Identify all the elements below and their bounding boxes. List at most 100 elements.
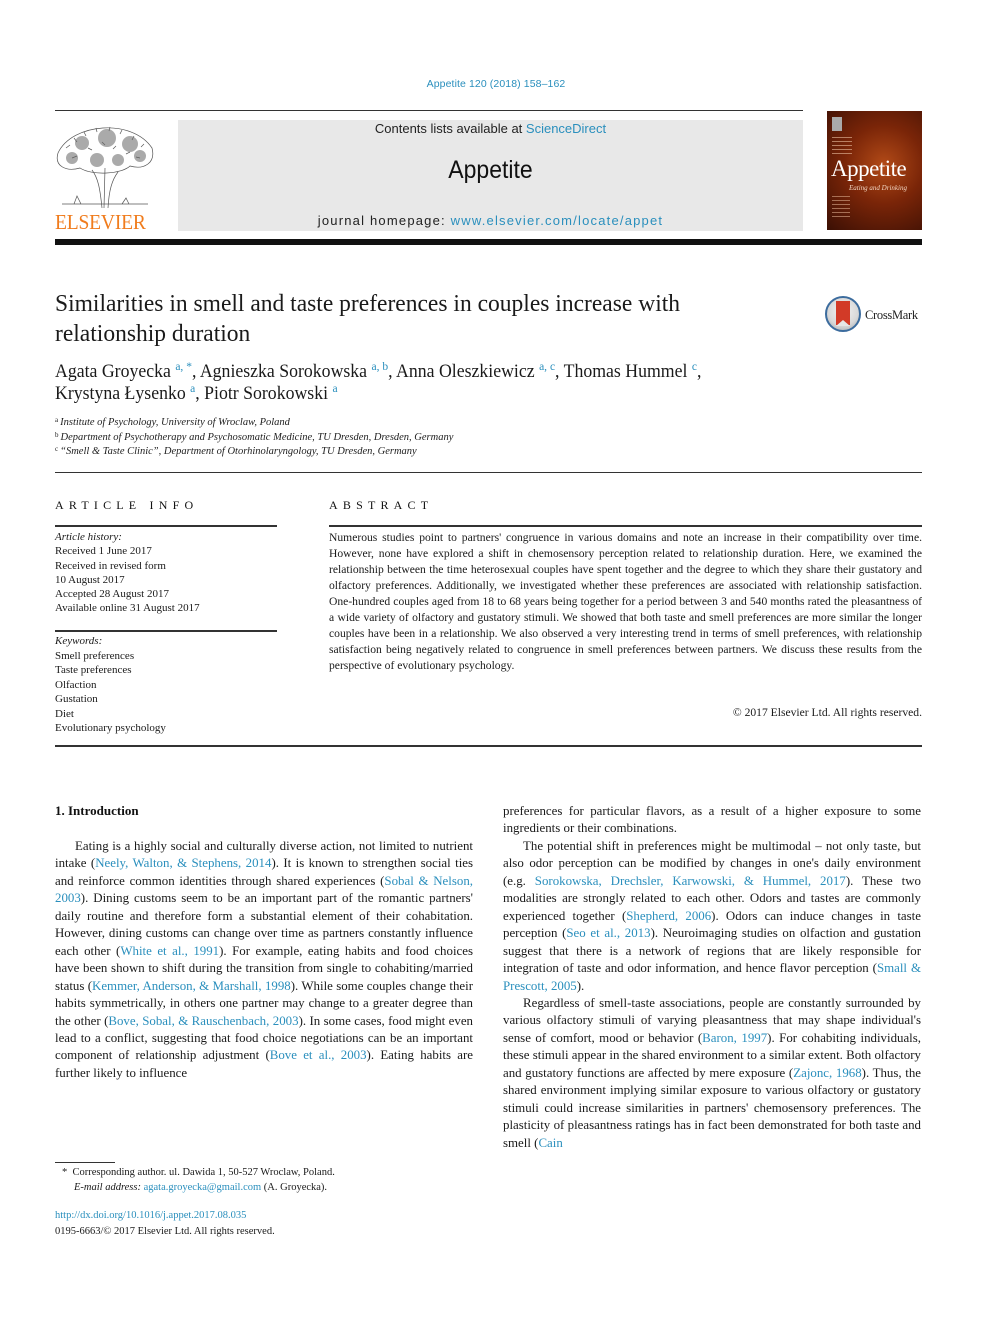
author-name: Krystyna Łysenko — [55, 384, 186, 404]
article-info-heading: ARTICLE INFO — [55, 498, 199, 512]
front-matter-rule — [55, 745, 922, 747]
keywords-label: Keywords: — [55, 635, 103, 647]
cover-title: Appetite — [831, 156, 907, 181]
paragraph: preferences for particular flavors, as a… — [503, 803, 921, 838]
citation-link[interactable]: Zajonc, 1968 — [793, 1066, 861, 1080]
author-affiliation-marks[interactable]: a, c — [539, 359, 555, 373]
article-title: Similarities in smell and taste preferen… — [55, 290, 681, 347]
text-run: ). — [576, 978, 585, 993]
keywords: Keywords: Smell preferences Taste prefer… — [55, 634, 285, 736]
homepage-line: journal homepage: www.elsevier.com/locat… — [178, 213, 803, 228]
section-heading-introduction: 1. Introduction — [55, 803, 139, 818]
footnote-mark: * — [62, 1167, 68, 1178]
author[interactable]: Anna Oleszkiewicz a, c — [396, 359, 555, 382]
history-item: 10 August 2017 — [55, 573, 125, 586]
citation-link[interactable]: Baron, 1997 — [702, 1031, 767, 1045]
author-separator: , — [555, 362, 564, 382]
author-list: Agata Groyecka a, *, Agnieszka Sorokowsk… — [55, 359, 785, 405]
cover-text-lines-lower — [832, 196, 850, 220]
citation-link[interactable]: Cain — [538, 1136, 562, 1150]
author-name: Agnieszka Sorokowska — [199, 362, 368, 382]
history-item: Received in revised form — [55, 559, 166, 572]
journal-homepage-link[interactable]: www.elsevier.com/locate/appet — [451, 213, 664, 228]
journal-title: Appetite — [448, 156, 533, 184]
corresponding-author-text: Corresponding author. ul. Dawida 1, 50-5… — [72, 1167, 335, 1178]
keyword: Evolutionary psychology — [55, 722, 166, 734]
author-name: Anna Oleszkiewicz — [396, 362, 535, 382]
history-item: Available online 31 August 2017 — [55, 602, 200, 615]
citation-link[interactable]: Kemmer, Anderson, & Marshall, 1998 — [92, 979, 291, 993]
author[interactable]: Agata Groyecka a, * — [55, 359, 192, 382]
citation-link[interactable]: Seo et al., 2013 — [566, 926, 650, 940]
author-affiliation-marks[interactable]: a, * — [175, 359, 192, 373]
crossmark-button[interactable]: CrossMark — [825, 296, 925, 334]
abstract-copyright: © 2017 Elsevier Ltd. All rights reserved… — [732, 706, 922, 719]
header-rule — [55, 110, 803, 111]
keyword: Gustation — [55, 693, 98, 705]
contents-prefix: Contents lists available at — [374, 121, 526, 136]
keyword: Diet — [55, 707, 74, 720]
author[interactable]: Agnieszka Sorokowska a, b — [199, 359, 389, 382]
cover-publisher-icon — [832, 117, 842, 131]
citation-link[interactable]: Sorokowska, Drechsler, Karwowski, & Humm… — [535, 874, 846, 888]
crossmark-label: CrossMark — [865, 308, 918, 322]
citation-link[interactable]: Shepherd, 2006 — [626, 909, 711, 923]
author-separator: , — [696, 362, 702, 382]
masthead-rule — [55, 239, 922, 245]
author[interactable]: Thomas Hummel c — [563, 360, 697, 382]
author-affiliation-marks[interactable]: a — [332, 381, 337, 395]
history-item: Received 1 June 2017 — [55, 545, 152, 558]
journal-cover-image[interactable]: Appetite Eating and Drinking — [827, 111, 922, 230]
paragraph: The potential shift in preferences might… — [503, 838, 921, 995]
abstract-text: Numerous studies point to partners' cong… — [329, 531, 922, 672]
author-affiliation-marks[interactable]: a, b — [372, 359, 389, 373]
abstract-heading: ABSTRACT — [329, 498, 434, 512]
affiliation-text: Department of Psychotherapy and Psychoso… — [60, 431, 454, 443]
author-separator: , — [191, 362, 200, 382]
abstract-rule — [329, 525, 922, 527]
author[interactable]: Piotr Sorokowski a — [204, 381, 337, 404]
citation-link[interactable]: Bove, Sobal, & Rauschenbach, 2003 — [108, 1014, 298, 1028]
footnote-rule — [55, 1162, 115, 1163]
doi-link[interactable]: http://dx.doi.org/10.1016/j.appet.2017.0… — [55, 1210, 246, 1221]
affiliation-mark: b — [55, 430, 59, 439]
text-run: preferences for particular flavors, as a… — [503, 804, 921, 836]
cover-subtitle: Eating and Drinking — [849, 184, 907, 192]
author-name: Piotr Sorokowski — [204, 384, 329, 404]
journal-masthead: Contents lists available at ScienceDirec… — [178, 120, 803, 231]
keywords-rule — [55, 630, 277, 632]
journal-citation-link[interactable]: Appetite 120 (2018) 158–162 — [0, 78, 992, 90]
affiliation-text: “Smell & Taste Clinic”, Department of Ot… — [60, 446, 417, 458]
elsevier-tree-icon — [56, 126, 154, 209]
history-item: Accepted 28 August 2017 — [55, 588, 169, 601]
citation-link[interactable]: White et al., 1991 — [120, 944, 219, 958]
body-column-left: Eating is a highly social and culturally… — [55, 838, 473, 1082]
email-label: E-mail address: — [74, 1182, 144, 1193]
article-info-rule — [55, 525, 277, 527]
homepage-prefix: journal homepage: — [317, 213, 451, 228]
affiliation-mark: a — [55, 416, 59, 424]
sciencedirect-link[interactable]: ScienceDirect — [526, 121, 606, 136]
section-rule — [55, 472, 922, 473]
issn-copyright: 0195-6663/© 2017 Elsevier Ltd. All right… — [55, 1226, 275, 1237]
elsevier-wordmark: ELSEVIER — [55, 210, 146, 234]
affiliation: a Institute of Psychology, University of … — [55, 416, 655, 431]
email-suffix: (A. Groyecka). — [261, 1182, 328, 1193]
affiliation-list: a Institute of Psychology, University of … — [55, 416, 655, 460]
author[interactable]: Krystyna Łysenko a — [55, 382, 195, 404]
cover-text-lines — [832, 137, 852, 157]
paragraph: Eating is a highly social and culturally… — [55, 838, 473, 1082]
citation-link[interactable]: Bove et al., 2003 — [270, 1048, 367, 1062]
paragraph: Regardless of smell-taste associations, … — [503, 995, 921, 1152]
affiliation: c “Smell & Taste Clinic”, Department of O… — [55, 445, 655, 460]
corresponding-author-footnote: * Corresponding author. ul. Dawida 1, 50… — [62, 1165, 482, 1195]
keyword: Olfaction — [55, 678, 97, 691]
citation-link[interactable]: Neely, Walton, & Stephens, 2014 — [95, 856, 271, 870]
email-link[interactable]: agata.groyecka@gmail.com — [144, 1182, 262, 1193]
affiliation-mark: c — [55, 445, 59, 454]
affiliation-text: Institute of Psychology, University of W… — [60, 417, 290, 428]
article-history-label: Article history: — [55, 531, 122, 543]
author-name: Thomas Hummel — [563, 362, 688, 382]
keyword: Taste preferences — [55, 664, 132, 676]
author-name: Agata Groyecka — [55, 362, 171, 382]
